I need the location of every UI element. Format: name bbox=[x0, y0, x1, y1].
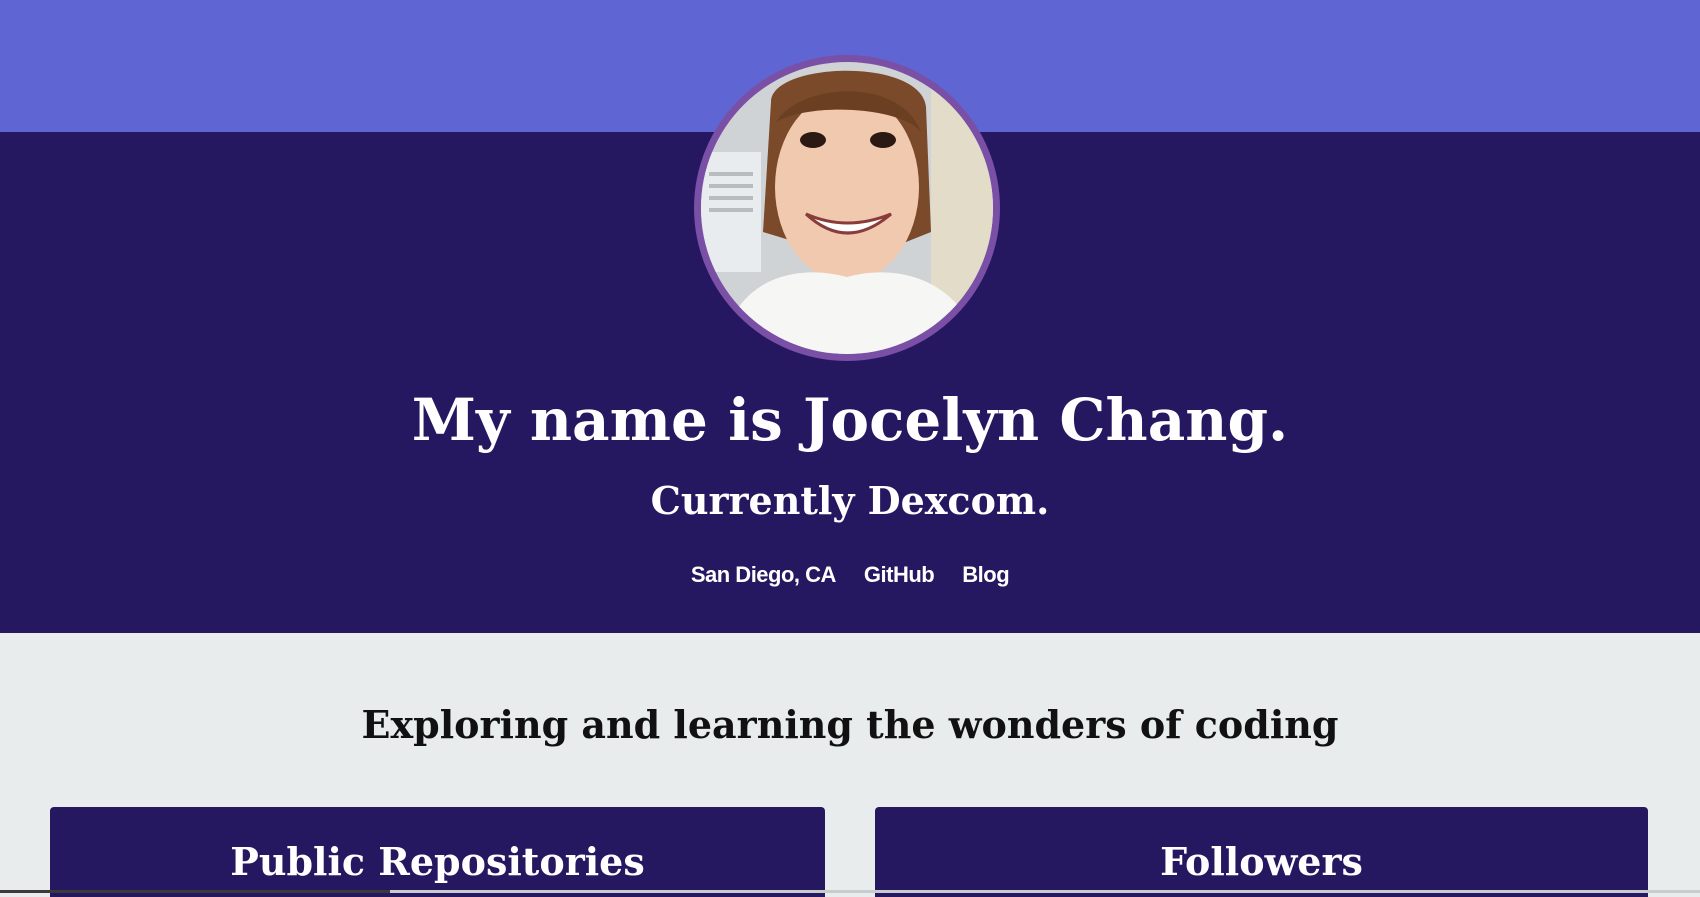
followers-card: Followers bbox=[875, 807, 1648, 897]
profile-photo-image bbox=[701, 62, 993, 354]
tagline: Exploring and learning the wonders of co… bbox=[361, 702, 1339, 747]
avatar bbox=[694, 55, 1000, 361]
hero-title: My name is Jocelyn Chang. bbox=[411, 386, 1289, 454]
blog-link[interactable]: Blog bbox=[962, 562, 1009, 588]
card-title: Public Repositories bbox=[230, 839, 645, 884]
profile-photo bbox=[701, 62, 993, 354]
location-link[interactable]: San Diego, CA bbox=[691, 562, 837, 588]
hero-links: San Diego, CA GitHub Blog bbox=[0, 562, 1700, 588]
public-repositories-card: Public Repositories bbox=[50, 807, 825, 897]
hero-subtitle: Currently Dexcom. bbox=[650, 478, 1050, 523]
github-link[interactable]: GitHub bbox=[864, 562, 935, 588]
card-title: Followers bbox=[1160, 839, 1363, 884]
